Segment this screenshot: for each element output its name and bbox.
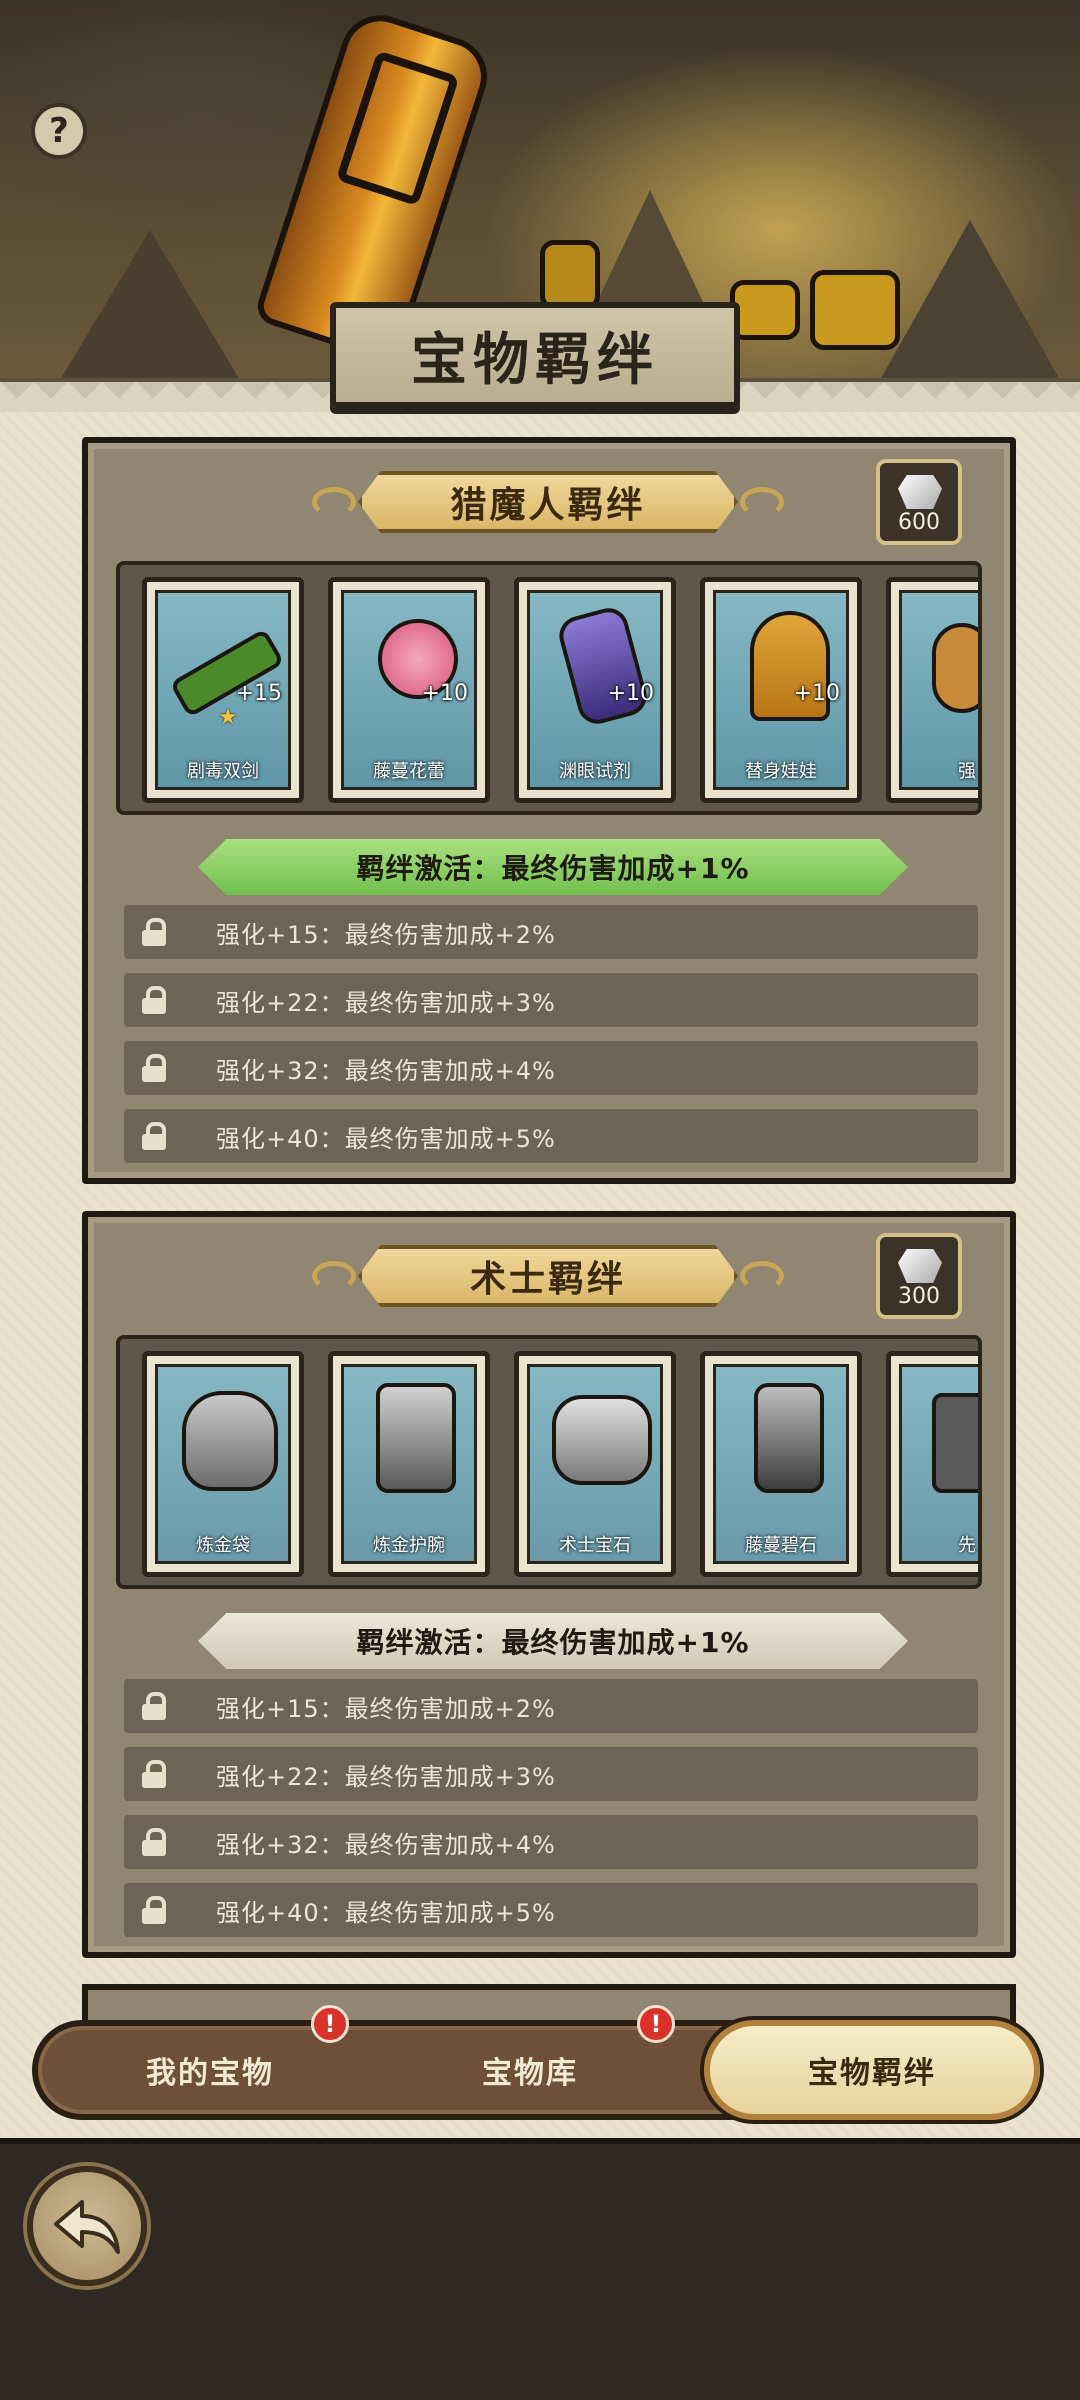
treasure-card[interactable]: 先 (886, 1351, 978, 1577)
treasure-card[interactable]: ★ +15 剧毒双剑 (142, 577, 304, 803)
bonus-row-locked: 强化+22：最终伤害加成+3% (124, 1747, 978, 1801)
item-name: 炼金袋 (196, 1535, 250, 1556)
bonus-row-locked: 强化+15：最终伤害加成+2% (124, 905, 978, 959)
item-tray[interactable]: ★ +15 剧毒双剑 +10 藤蔓花蕾 +10 渊眼试剂 +10 替身娃娃 强 (116, 561, 982, 815)
treasure-card[interactable]: 炼金护腕 (328, 1351, 490, 1577)
lock-icon (142, 1054, 166, 1082)
gem-icon (898, 1249, 942, 1283)
bonus-row-locked: 强化+22：最终伤害加成+3% (124, 973, 978, 1027)
abyss-eye-potion-icon (554, 603, 652, 729)
bonus-text: 强化+15：最终伤害加成+2% (216, 1694, 556, 1723)
bond-panel-warlock: 术士羁绊 300 炼金袋 炼金护腕 术士宝石 藤蔓碧石 先 羁绊激活：最终伤害加… (82, 1211, 1016, 1958)
lock-icon (142, 1760, 166, 1788)
section-title: 猎魔人羁绊 (450, 485, 646, 526)
tab-treasure-library[interactable]: 宝物库 (400, 2020, 660, 2120)
alert-badge: ! (637, 2005, 675, 2043)
section-title-banner: 猎魔人羁绊 (358, 471, 738, 533)
cost-badge[interactable]: 300 (876, 1233, 962, 1319)
alert-badge: ! (311, 2005, 349, 2043)
lock-icon (142, 1896, 166, 1924)
cost-value: 300 (898, 1284, 940, 1309)
item-name: 藤蔓花蕾 (373, 761, 445, 782)
tab-treasure-bonds[interactable]: 宝物羁绊 (704, 2020, 1040, 2120)
bonus-text: 强化+15：最终伤害加成+2% (216, 920, 556, 949)
vine-jade-icon (754, 1383, 824, 1493)
bond-activation-bar: 羁绊激活：最终伤害加成+1% (198, 839, 908, 895)
lock-icon (142, 1828, 166, 1856)
tab-label: 我的宝物 (146, 2056, 274, 2091)
treasure-card[interactable]: 藤蔓碧石 (700, 1351, 862, 1577)
bond-activation-bar: 羁绊激活：最终伤害加成+1% (198, 1613, 908, 1669)
cost-badge[interactable]: 600 (876, 459, 962, 545)
lock-icon (142, 986, 166, 1014)
treasure-card[interactable]: 强 (886, 577, 978, 803)
bonus-row-locked: 强化+15：最终伤害加成+2% (124, 1679, 978, 1733)
item-name: 替身娃娃 (745, 761, 817, 782)
bonus-row-locked: 强化+32：最终伤害加成+4% (124, 1041, 978, 1095)
help-icon: ? (49, 111, 69, 151)
tab-label: 宝物羁绊 (808, 2056, 936, 2091)
partial-item-icon (932, 623, 978, 713)
bonus-text: 强化+32：最终伤害加成+4% (216, 1056, 556, 1085)
treasure-card[interactable]: +10 替身娃娃 (700, 577, 862, 803)
item-level: +10 (607, 681, 654, 706)
item-name: 术士宝石 (559, 1535, 631, 1556)
item-level: +15 (235, 681, 282, 706)
back-button[interactable] (27, 2166, 147, 2286)
bonus-text: 强化+32：最终伤害加成+4% (216, 1830, 556, 1859)
alchemy-bracer-icon (376, 1383, 456, 1493)
tab-label: 宝物库 (482, 2056, 578, 2091)
item-name: 藤蔓碧石 (745, 1535, 817, 1556)
treasure-card[interactable]: 术士宝石 (514, 1351, 676, 1577)
bond-panel-demon-hunter: 猎魔人羁绊 600 ★ +15 剧毒双剑 +10 藤蔓花蕾 +10 渊眼试剂 +… (82, 437, 1016, 1184)
cost-value: 600 (898, 510, 940, 535)
bottom-bar (0, 2138, 1080, 2400)
bonus-text: 强化+22：最终伤害加成+3% (216, 1762, 556, 1791)
bonus-text: 强化+22：最终伤害加成+3% (216, 988, 556, 1017)
section-title-banner: 术士羁绊 (358, 1245, 738, 1307)
bonus-row-locked: 强化+32：最终伤害加成+4% (124, 1815, 978, 1869)
page-title: 宝物羁绊 (411, 327, 659, 393)
treasure-card[interactable]: 炼金袋 (142, 1351, 304, 1577)
activation-text: 羁绊激活：最终伤害加成+1% (356, 852, 750, 885)
lock-icon (142, 1122, 166, 1150)
page-title-plate: 宝物羁绊 (330, 302, 740, 408)
treasure-card[interactable]: +10 渊眼试剂 (514, 577, 676, 803)
back-arrow-icon (54, 2200, 120, 2254)
item-name: 剧毒双剑 (187, 761, 259, 782)
treasure-card[interactable]: +10 藤蔓花蕾 (328, 577, 490, 803)
bonus-text: 强化+40：最终伤害加成+5% (216, 1124, 556, 1153)
item-tray[interactable]: 炼金袋 炼金护腕 术士宝石 藤蔓碧石 先 (116, 1335, 982, 1589)
help-button[interactable]: ? (31, 103, 87, 159)
activation-text: 羁绊激活：最终伤害加成+1% (356, 1626, 750, 1659)
tab-my-treasures[interactable]: 我的宝物 (80, 2020, 340, 2120)
bonus-row-locked: 强化+40：最终伤害加成+5% (124, 1883, 978, 1937)
item-level: +10 (421, 681, 468, 706)
item-name: 渊眼试剂 (559, 761, 631, 782)
item-name: 先 (958, 1535, 976, 1556)
bonus-row-locked: 强化+40：最终伤害加成+5% (124, 1109, 978, 1163)
section-title: 术士羁绊 (469, 1259, 626, 1300)
gem-icon (898, 475, 942, 509)
partial-item-icon (932, 1393, 978, 1493)
item-level: +10 (793, 681, 840, 706)
lock-icon (142, 918, 166, 946)
bonus-text: 强化+40：最终伤害加成+5% (216, 1898, 556, 1927)
item-name: 强 (958, 761, 976, 782)
warlock-gem-icon (552, 1395, 652, 1485)
alchemy-bag-icon (182, 1391, 278, 1491)
item-name: 炼金护腕 (373, 1535, 445, 1556)
lock-icon (142, 1692, 166, 1720)
